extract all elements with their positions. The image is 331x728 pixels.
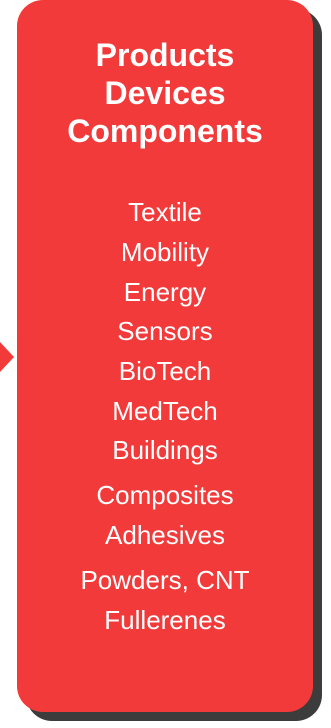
item-mobility: Mobility [120,237,210,267]
applications-card: Products Devices Components Textile Mobi… [17,0,313,712]
item-textile: Textile [128,197,202,227]
item-adhesives: Adhesives [105,520,225,550]
item-sensors: Sensors [117,316,213,346]
item-fullerenes: Fullerenes [104,605,226,635]
item-biotech: BioTech [118,356,212,386]
incoming-arrow-icon [0,342,14,372]
item-medtech: MedTech [112,396,218,426]
heading-devices: Devices [104,75,226,111]
card-headings: Products Devices Components [17,36,313,150]
heading-components: Components [67,113,263,149]
item-composites: Composites [96,480,234,510]
item-energy: Energy [123,277,207,307]
item-powders-cnt: Powders, CNT [80,565,250,595]
heading-products: Products [95,37,235,73]
item-buildings: Buildings [112,435,218,465]
